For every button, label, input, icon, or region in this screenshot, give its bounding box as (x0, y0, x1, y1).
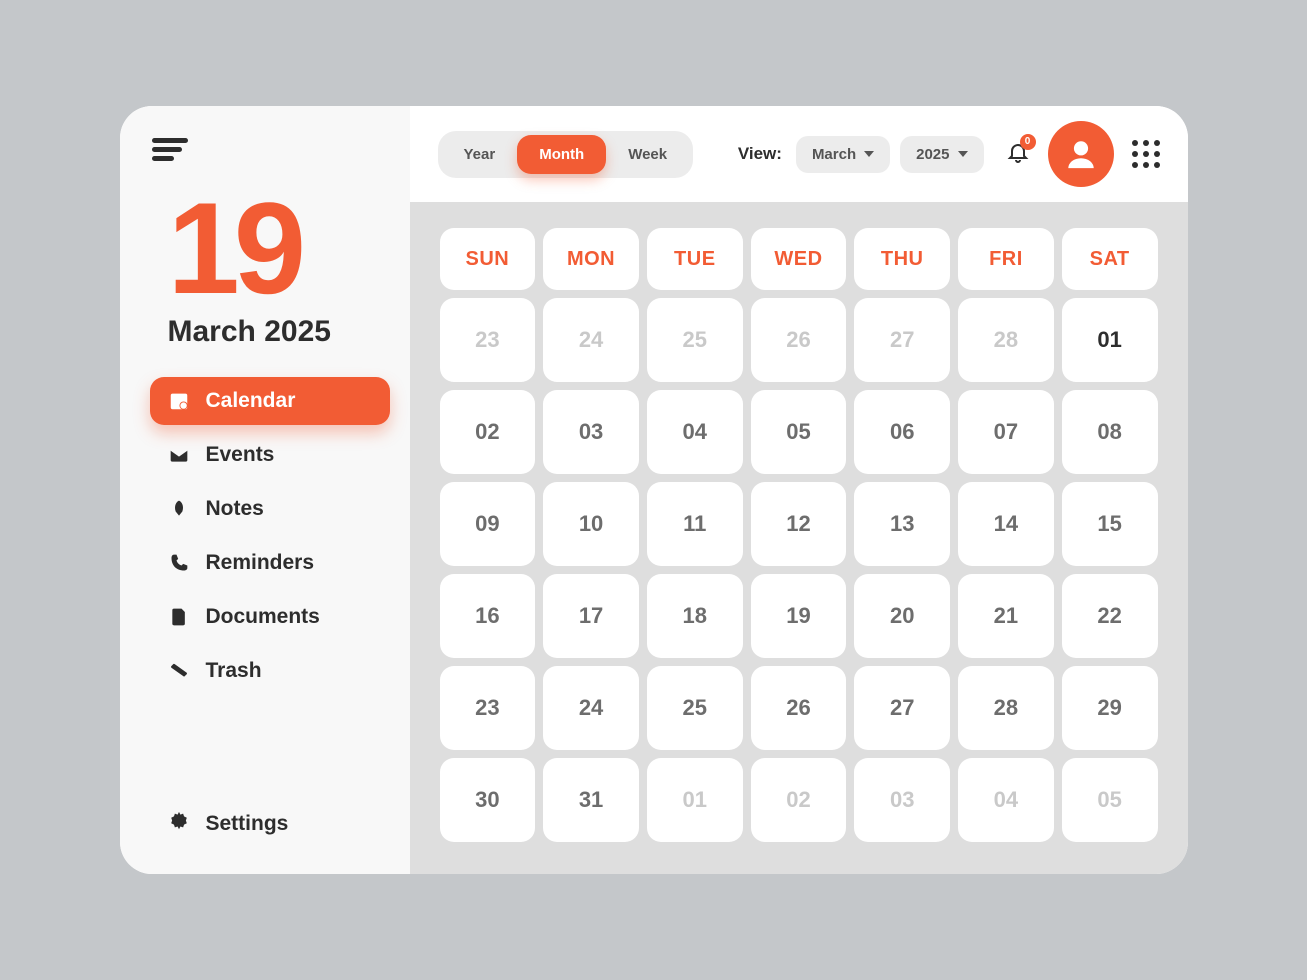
day-cell[interactable]: 04 (958, 758, 1054, 842)
day-cell[interactable]: 28 (958, 298, 1054, 382)
sidebar-item-settings[interactable]: Settings (150, 798, 390, 850)
settings-label: Settings (206, 812, 289, 836)
day-cell[interactable]: 24 (543, 666, 639, 750)
sidebar-item-label: Events (206, 443, 275, 467)
calendar-grid: SUNMONTUEWEDTHUFRISAT2324252627280102030… (440, 228, 1158, 842)
today-month-year: March 2025 (168, 315, 390, 349)
day-cell[interactable]: 23 (440, 298, 536, 382)
sidebar-item-label: Documents (206, 605, 320, 629)
day-cell[interactable]: 13 (854, 482, 950, 566)
day-cell[interactable]: 31 (543, 758, 639, 842)
day-cell[interactable]: 07 (958, 390, 1054, 474)
apps-grid-icon[interactable] (1132, 140, 1160, 168)
notifications-button[interactable]: 0 (1006, 140, 1030, 169)
sidebar-item-label: Reminders (206, 551, 315, 575)
day-cell[interactable]: 14 (958, 482, 1054, 566)
calendar-icon (168, 390, 190, 412)
day-cell[interactable]: 25 (647, 666, 743, 750)
phone-icon (168, 552, 190, 574)
day-cell[interactable]: 17 (543, 574, 639, 658)
today-day-number: 19 (168, 183, 390, 313)
day-cell[interactable]: 18 (647, 574, 743, 658)
sidebar-item-documents[interactable]: Documents (150, 593, 390, 641)
rocket-icon (168, 498, 190, 520)
menu-icon[interactable] (152, 134, 188, 165)
day-cell[interactable]: 08 (1062, 390, 1158, 474)
day-cell[interactable]: 21 (958, 574, 1054, 658)
sidebar-item-events[interactable]: Events (150, 431, 390, 479)
month-dropdown-value: March (812, 146, 856, 163)
day-cell[interactable]: 05 (1062, 758, 1158, 842)
sidebar-item-label: Trash (206, 659, 262, 683)
document-icon (168, 606, 190, 628)
sidebar: 19 March 2025 Calendar Events Notes (120, 106, 410, 874)
day-cell[interactable]: 09 (440, 482, 536, 566)
view-label: View: (738, 144, 782, 164)
month-dropdown[interactable]: March (796, 136, 890, 173)
day-cell[interactable]: 27 (854, 666, 950, 750)
sidebar-item-calendar[interactable]: Calendar (150, 377, 390, 425)
avatar[interactable] (1048, 121, 1114, 187)
day-cell[interactable]: 02 (751, 758, 847, 842)
day-cell[interactable]: 05 (751, 390, 847, 474)
day-cell[interactable]: 28 (958, 666, 1054, 750)
day-header: WED (751, 228, 847, 290)
day-header: SAT (1062, 228, 1158, 290)
topbar-right: 0 (1006, 121, 1160, 187)
day-cell[interactable]: 26 (751, 298, 847, 382)
day-cell[interactable]: 24 (543, 298, 639, 382)
user-icon (1064, 137, 1098, 171)
sidebar-item-label: Notes (206, 497, 264, 521)
day-cell[interactable]: 06 (854, 390, 950, 474)
day-cell[interactable]: 29 (1062, 666, 1158, 750)
day-cell[interactable]: 03 (854, 758, 950, 842)
day-cell[interactable]: 22 (1062, 574, 1158, 658)
app-window: 19 March 2025 Calendar Events Notes (120, 106, 1188, 874)
day-cell[interactable]: 15 (1062, 482, 1158, 566)
day-cell[interactable]: 04 (647, 390, 743, 474)
day-header: FRI (958, 228, 1054, 290)
sidebar-item-trash[interactable]: Trash (150, 647, 390, 695)
day-cell[interactable]: 30 (440, 758, 536, 842)
sidebar-item-reminders[interactable]: Reminders (150, 539, 390, 587)
trash-icon (168, 660, 190, 682)
day-cell[interactable]: 01 (1062, 298, 1158, 382)
day-cell[interactable]: 16 (440, 574, 536, 658)
day-cell[interactable]: 25 (647, 298, 743, 382)
day-cell[interactable]: 19 (751, 574, 847, 658)
day-cell[interactable]: 10 (543, 482, 639, 566)
notification-badge: 0 (1020, 134, 1036, 150)
day-header: TUE (647, 228, 743, 290)
gear-icon (168, 810, 190, 838)
sidebar-item-notes[interactable]: Notes (150, 485, 390, 533)
day-cell[interactable]: 11 (647, 482, 743, 566)
chevron-down-icon (958, 151, 968, 157)
mail-icon (168, 444, 190, 466)
segment-month[interactable]: Month (517, 135, 606, 174)
day-header: SUN (440, 228, 536, 290)
sidebar-nav: Calendar Events Notes Reminders (150, 377, 390, 798)
day-header: THU (854, 228, 950, 290)
segment-week[interactable]: Week (606, 135, 689, 174)
main-panel: Year Month Week View: March 2025 0 (410, 106, 1188, 874)
topbar: Year Month Week View: March 2025 0 (410, 106, 1188, 202)
day-cell[interactable]: 27 (854, 298, 950, 382)
view-range-segmented: Year Month Week (438, 131, 694, 178)
day-cell[interactable]: 03 (543, 390, 639, 474)
day-cell[interactable]: 26 (751, 666, 847, 750)
day-cell[interactable]: 01 (647, 758, 743, 842)
chevron-down-icon (864, 151, 874, 157)
day-cell[interactable]: 12 (751, 482, 847, 566)
day-cell[interactable]: 02 (440, 390, 536, 474)
year-dropdown[interactable]: 2025 (900, 136, 983, 173)
day-cell[interactable]: 23 (440, 666, 536, 750)
day-header: MON (543, 228, 639, 290)
calendar-area: SUNMONTUEWEDTHUFRISAT2324252627280102030… (410, 202, 1188, 874)
sidebar-item-label: Calendar (206, 389, 296, 413)
view-selectors: View: March 2025 (738, 136, 984, 173)
segment-year[interactable]: Year (442, 135, 518, 174)
year-dropdown-value: 2025 (916, 146, 949, 163)
day-cell[interactable]: 20 (854, 574, 950, 658)
